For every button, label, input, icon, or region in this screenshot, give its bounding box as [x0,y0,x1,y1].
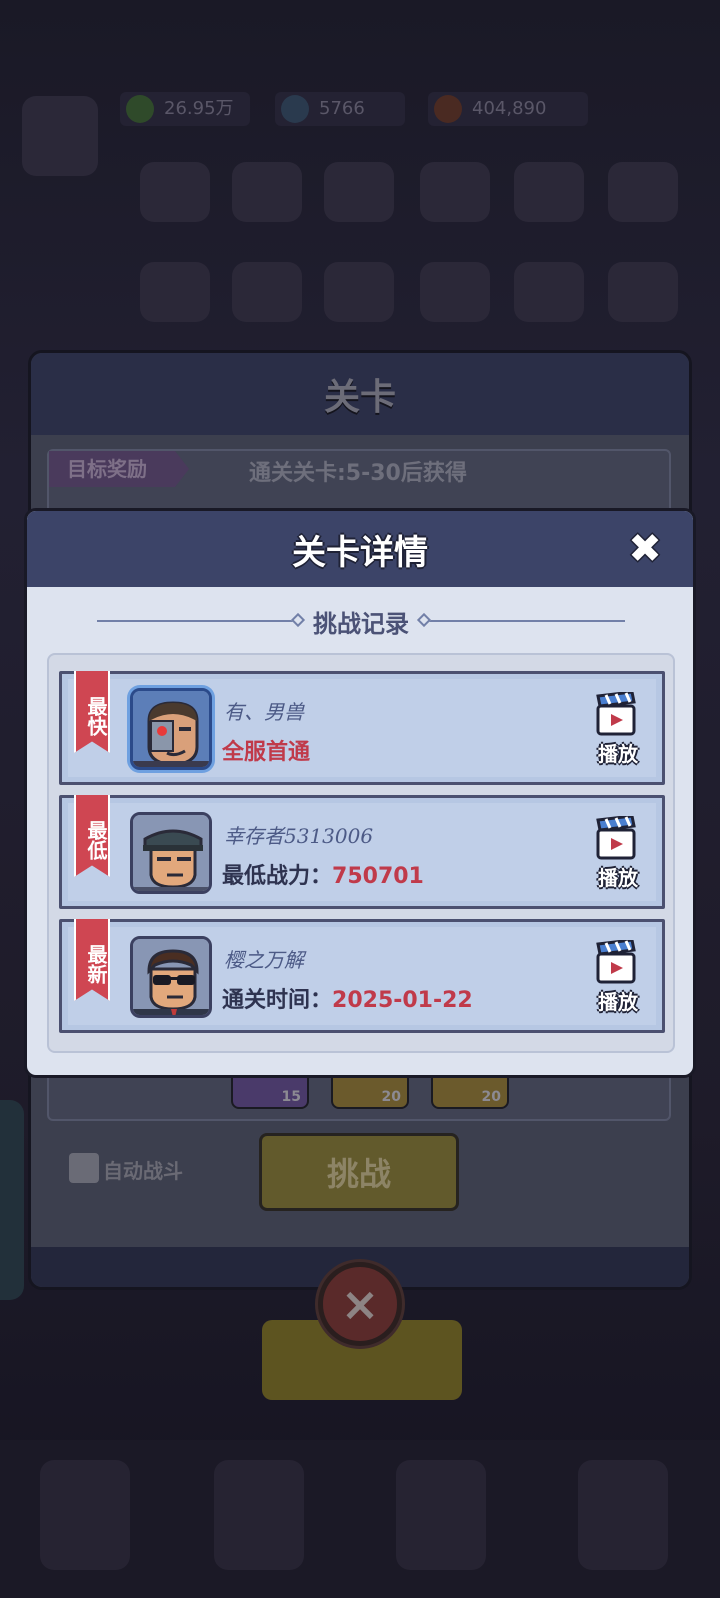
ribbon-badge: 最新 [74,919,110,1001]
menu-icon-bg [232,262,302,322]
stat-value: 750701 [332,864,424,889]
auto-battle-label: 自动战斗 [103,1159,183,1183]
resource-power: 404,890 [428,92,588,126]
reward-count: 15 [281,1089,301,1105]
menu-icon-bg [420,162,490,222]
replay-label: 播放 [598,990,638,1014]
dialog-title: 关卡详情 [292,532,428,573]
stat-text: 通关时间：2025-01-22 [222,982,473,1014]
section-divider-right [416,612,625,628]
stat-value: 2025-01-22 [332,988,473,1013]
sunglasses-avatar[interactable] [130,936,212,1018]
section-divider-left [97,612,306,628]
menu-icon-bg [324,162,394,222]
clapperboard-icon [596,816,636,860]
reward-count: 20 [481,1089,501,1105]
menu-icon-bg [324,262,394,322]
menu-icon-bg [514,162,584,222]
ribbon-badge: 最快 [74,671,110,753]
stat-text: 最低战力：750701 [222,858,424,890]
menu-icon-bg [514,262,584,322]
section-title: 挑战记录 [313,609,409,638]
menu-icon-bg [140,162,210,222]
menu-icon-bg [232,162,302,222]
menu-icon-bg [608,162,678,222]
player-name: 幸存者5313006 [224,824,374,848]
record-row-latest: 最新 樱之万解 通关时间：2025-01-22 播放 [59,919,665,1033]
section-header: 挑战记录 [97,603,625,639]
dialog-close-button[interactable]: ✖ [621,525,669,573]
stat-value: 全服首通 [222,740,311,765]
stage-panel-title: 关卡 [323,377,396,418]
player-name: 有、男兽 [224,700,304,724]
replay-button[interactable]: 播放 [592,816,640,896]
nav-tab-bg [396,1460,486,1570]
target-reward-tag: 目标奖励 [49,451,189,487]
record-row-lowest: 最低 幸存者5313006 最低战力：750701 播放 [59,795,665,909]
stage-detail-dialog: 关卡详情 ✖ 挑战记录 最快 有、男兽 全服首通 播放 最低 幸存者531300… [24,508,696,1078]
clapperboard-icon [596,692,636,736]
replay-button[interactable]: 播放 [592,692,640,772]
menu-icon-bg [608,262,678,322]
replay-label: 播放 [598,742,638,766]
close-icon: × [340,1277,380,1331]
cyborg-avatar[interactable] [130,688,212,770]
bottom-nav-bg [0,1440,720,1598]
resource-bar: 26.95万 5766 404,890 [20,92,700,132]
gem-icon [281,95,309,123]
flame-icon [434,95,462,123]
replay-button[interactable]: 播放 [592,940,640,1020]
auto-battle-checkbox[interactable] [69,1153,99,1183]
stage-panel-close-button[interactable]: × [318,1262,402,1346]
clapperboard-icon [596,940,636,984]
menu-icon-bg [140,262,210,322]
dialog-header: 关卡详情 ✖ [27,511,693,587]
reward-count: 20 [381,1089,401,1105]
record-row-fastest: 最快 有、男兽 全服首通 播放 [59,671,665,785]
stat-label: 最低战力： [222,864,333,889]
avatar-frame-bg [22,96,98,176]
nav-tab-bg [40,1460,130,1570]
side-tab-bg [0,1100,24,1300]
nav-tab-bg [578,1460,668,1570]
player-name: 樱之万解 [224,948,304,972]
coin-icon [126,95,154,123]
replay-label: 播放 [598,866,638,890]
resource-gold: 26.95万 [120,92,250,126]
stage-panel-header: 关卡 [31,353,689,435]
challenge-button[interactable]: 挑战 [259,1133,459,1211]
agent-avatar[interactable] [130,812,212,894]
nav-tab-bg [214,1460,304,1570]
ribbon-badge: 最低 [74,795,110,877]
record-list: 最快 有、男兽 全服首通 播放 最低 幸存者5313006 最低战力：75070… [47,653,675,1053]
stat-text: 全服首通 [222,734,310,766]
resource-gem: 5766 [275,92,405,126]
close-icon: ✖ [628,526,662,572]
menu-icon-bg [420,262,490,322]
target-reward-text: 通关关卡:5-30后获得 [249,461,467,486]
stat-label: 通关时间： [222,988,333,1013]
